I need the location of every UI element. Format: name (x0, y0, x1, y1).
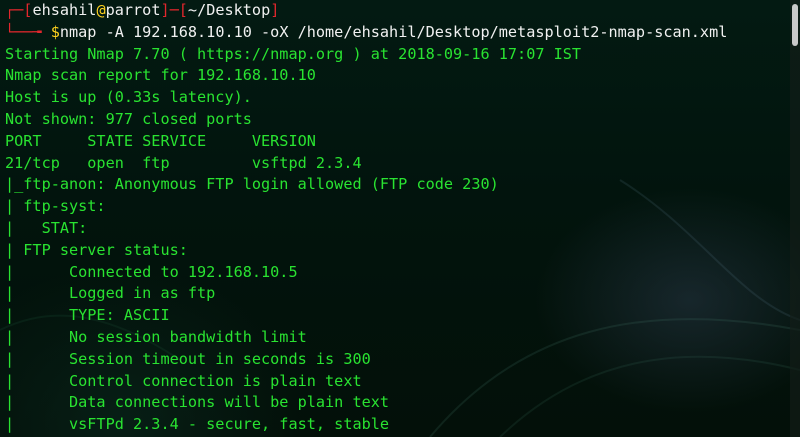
output-line: | ftp-syst: (5, 197, 106, 216)
scrollbar-thumb[interactable] (792, 4, 798, 46)
output-line: PORT STATE SERVICE VERSION (5, 131, 316, 150)
output-line: Starting Nmap 7.70 ( https://nmap.org ) … (5, 44, 582, 63)
output-line: | STAT: (5, 218, 88, 237)
prompt-dollar: $ (50, 22, 60, 41)
prompt-separator: ]─[ (160, 1, 188, 19)
output-line: | Connected to 192.168.10.5 (5, 262, 298, 281)
output-line: | No session bandwidth limit (5, 327, 307, 346)
prompt-box-bottom: └──╼ (5, 22, 51, 41)
prompt-line: ┌─[ehsahil@parrot]─[~/Desktop] (5, 0, 786, 22)
command-line[interactable]: └──╼ $nmap -A 192.168.10.10 -oX /home/eh… (5, 22, 786, 44)
terminal-window[interactable]: ┌─[ehsahil@parrot]─[~/Desktop] └──╼ $nma… (0, 0, 800, 437)
prompt-path: ~/Desktop (187, 1, 271, 19)
output-line: Nmap scan report for 192.168.10.10 (5, 66, 316, 85)
scrollbar[interactable] (790, 0, 800, 437)
prompt-host: parrot (105, 1, 161, 19)
prompt-at: @ (96, 1, 106, 19)
output-line: | Session timeout in seconds is 300 (5, 349, 371, 368)
output-line: 21/tcp open ftp vsftpd 2.3.4 (5, 153, 362, 172)
output-line: Host is up (0.33s latency). (5, 88, 252, 107)
output-line: | vsFTPd 2.3.4 - secure, fast, stable (5, 415, 390, 434)
output-line: | Logged in as ftp (5, 284, 216, 303)
prompt-close: ] (270, 1, 280, 19)
output-line: Not shown: 977 closed ports (5, 109, 252, 128)
output-line: | Control connection is plain text (5, 371, 362, 390)
prompt-user: ehsahil (32, 1, 97, 19)
output-line: | TYPE: ASCII (5, 306, 170, 325)
output-line: | Data connections will be plain text (5, 393, 390, 412)
output-line: |_ftp-anon: Anonymous FTP login allowed … (5, 175, 499, 194)
prompt-box-top: ┌─[ (5, 1, 33, 19)
terminal-output: ┌─[ehsahil@parrot]─[~/Desktop] └──╼ $nma… (5, 0, 786, 436)
command-text: nmap -A 192.168.10.10 -oX /home/ehsahil/… (59, 22, 728, 41)
output-line: | FTP server status: (5, 240, 188, 259)
